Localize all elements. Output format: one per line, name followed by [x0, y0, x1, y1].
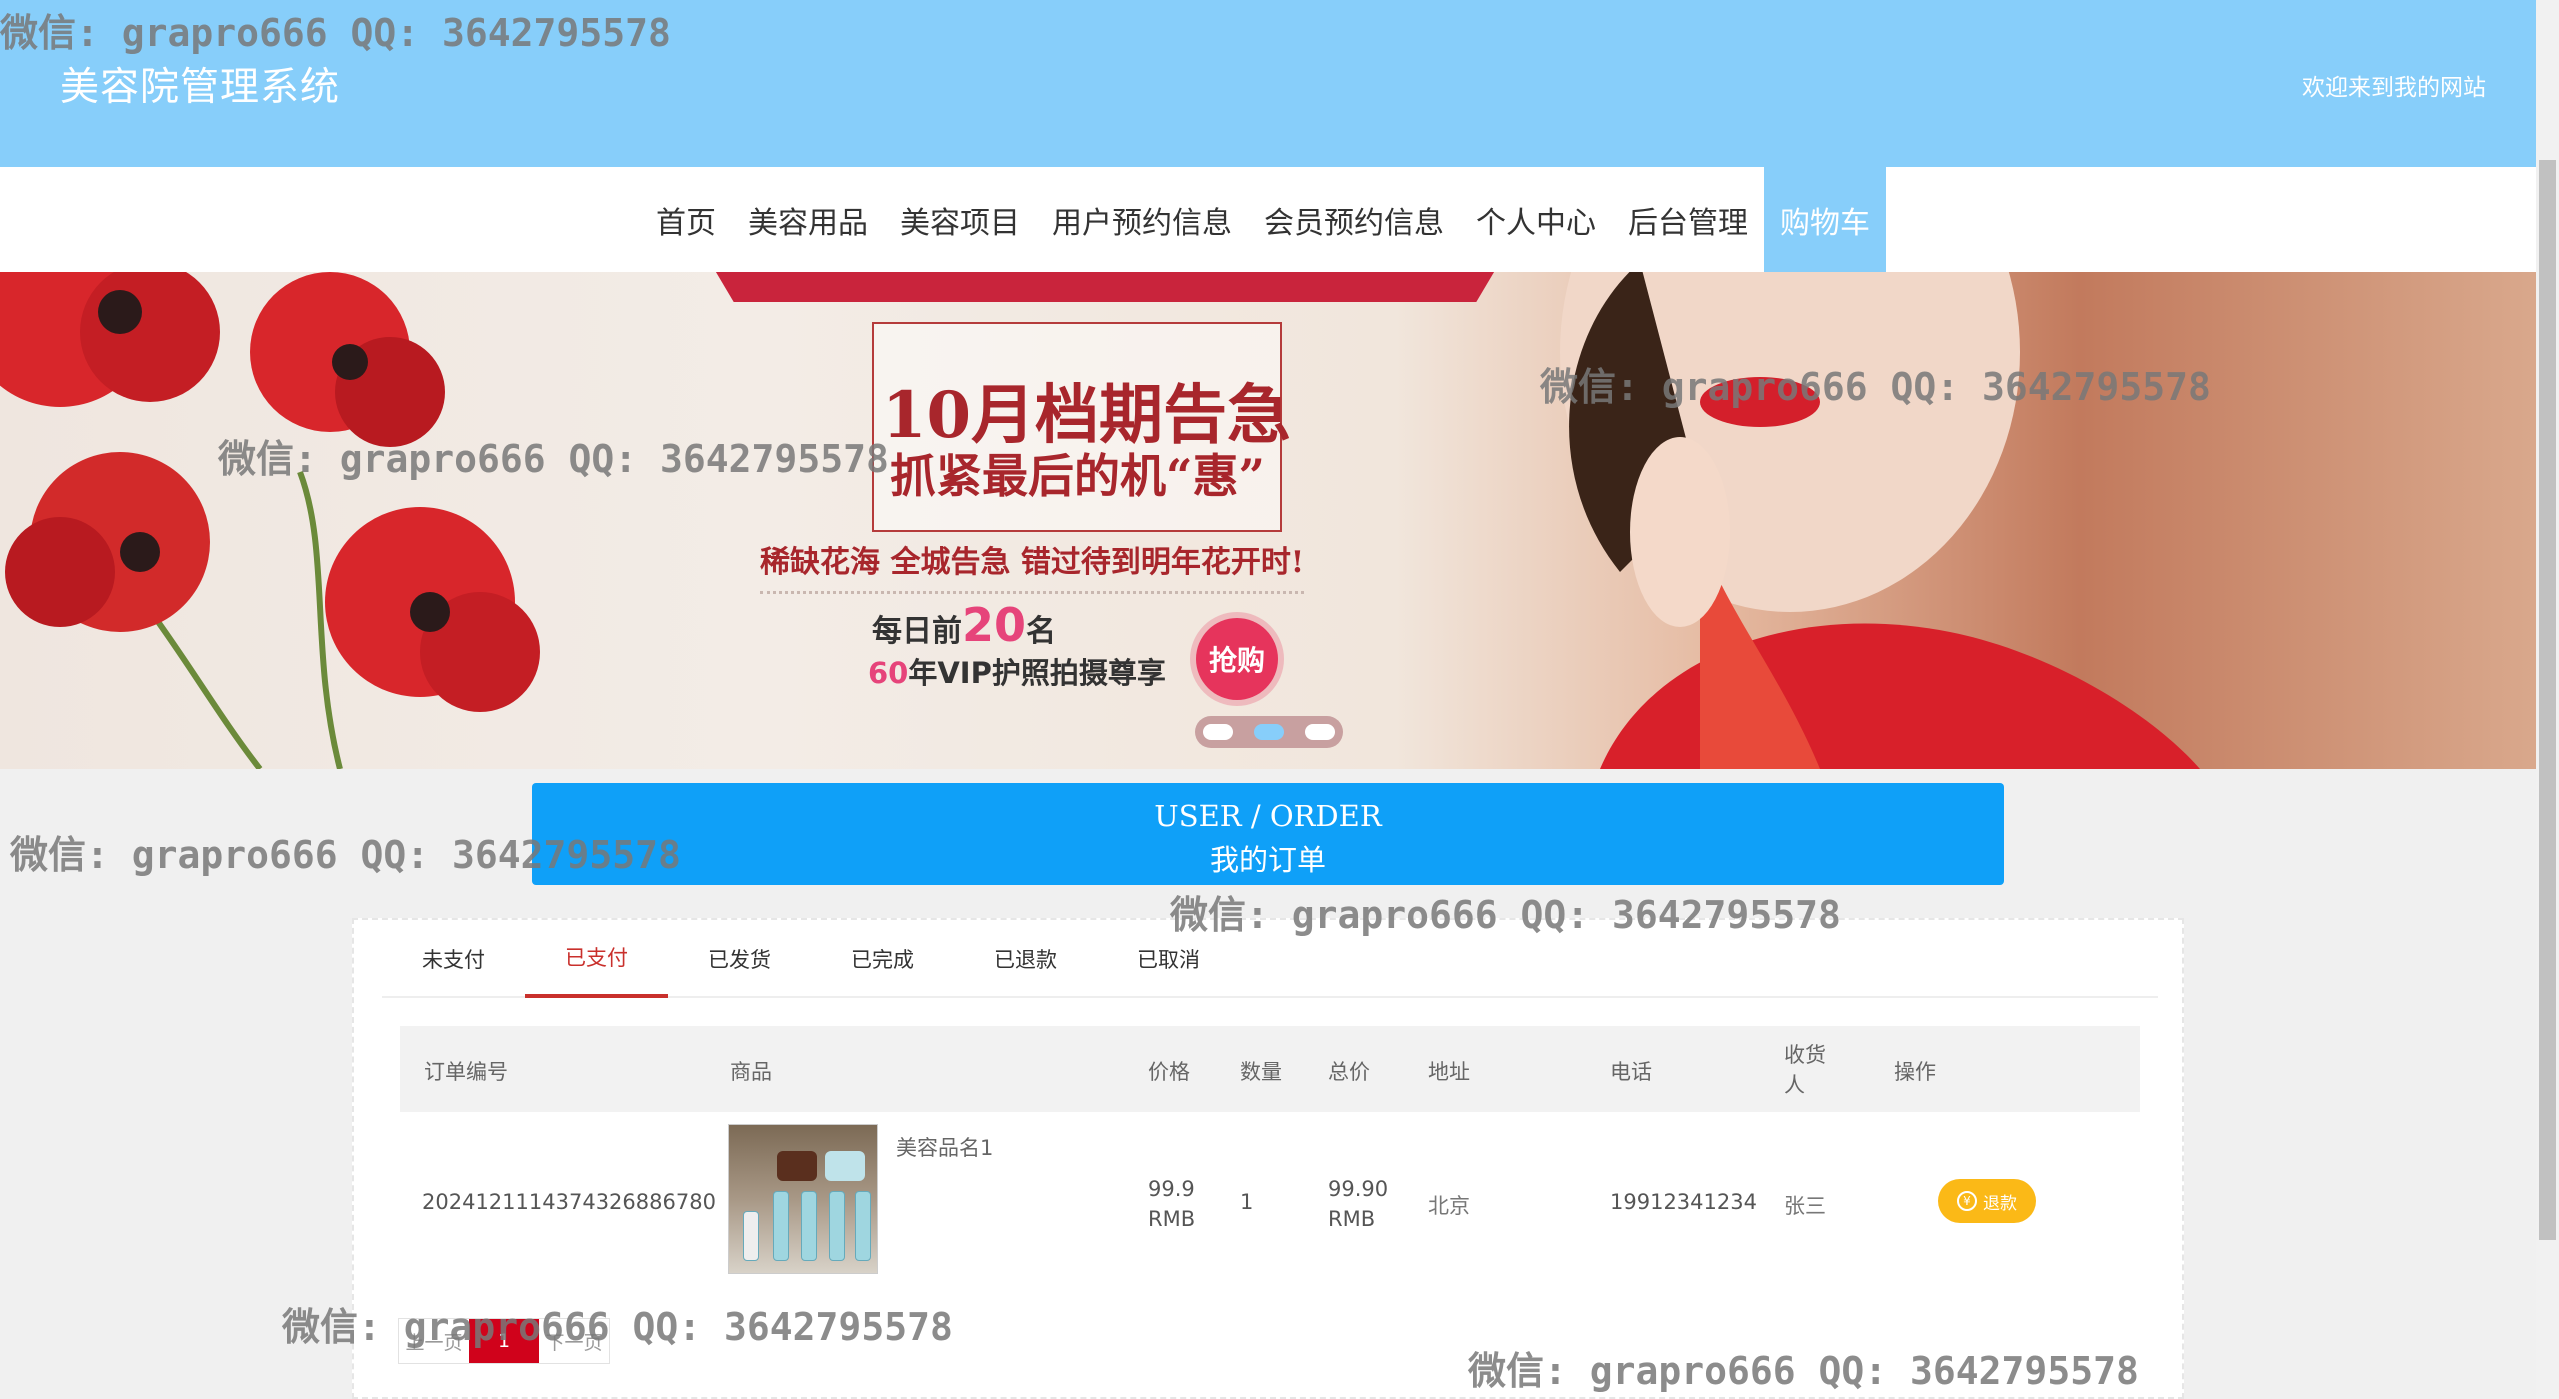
jar-shape [825, 1151, 865, 1181]
carousel-dot-active[interactable] [1254, 724, 1284, 740]
header: 美容院管理系统 欢迎来到我的网站 [0, 0, 2536, 167]
orders-panel: 未支付 已支付 已发货 已完成 已退款 已取消 订单编号 商品 价格 数量 总价… [352, 918, 2184, 1399]
nav-user-appointments[interactable]: 用户预约信息 [1036, 167, 1248, 272]
order-section-header: USER / ORDER 我的订单 [532, 783, 2004, 885]
yen-icon: ¥ [1957, 1191, 1977, 1211]
tab-paid[interactable]: 已支付 [525, 920, 668, 998]
receiver-cell: 张三 [1784, 1194, 1826, 1218]
promo-line: 稀缺花海 全城告急 错过待到明年花开时! [760, 537, 1305, 594]
tab-shipped[interactable]: 已发货 [668, 920, 811, 998]
tab-unpaid[interactable]: 未支付 [382, 920, 525, 998]
jar-shape [777, 1151, 817, 1181]
table-row: 20241211143743268867​80 美容品名1 99.9 RMB 1… [400, 1112, 2140, 1292]
poppy-flowers [0, 272, 540, 769]
carousel-dot[interactable] [1305, 724, 1335, 740]
nav-member-appointments[interactable]: 会员预约信息 [1248, 167, 1460, 272]
total-cell: 99.90 RMB [1328, 1177, 1389, 1231]
promo-daily: 每日前20名 [872, 598, 1057, 652]
bottle-shape [855, 1191, 871, 1261]
carousel-dot[interactable] [1203, 724, 1233, 740]
nav-personal-center[interactable]: 个人中心 [1460, 167, 1612, 272]
refund-label: 退款 [1983, 1193, 2017, 1214]
orders-table: 订单编号 商品 价格 数量 总价 地址 电话 收货人 操作 2024121114… [400, 1026, 2140, 1292]
refund-button[interactable]: ¥ 退款 [1938, 1179, 2036, 1223]
price-cell: 99.9 RMB [1148, 1177, 1196, 1231]
order-header-en: USER / ORDER [1154, 799, 1382, 833]
col-order-no: 订单编号 [424, 1060, 508, 1084]
page-scrollbar[interactable] [2536, 0, 2559, 1399]
bottle-shape [773, 1191, 789, 1261]
carousel-indicators [1195, 716, 1343, 748]
col-total: 总价 [1328, 1060, 1370, 1084]
phone-cell: 19912341234 [1610, 1190, 1757, 1214]
order-header-zh: 我的订单 [1209, 843, 1326, 877]
order-number: 20241211143743268867​80 [422, 1190, 716, 1214]
nav-beauty-services[interactable]: 美容项目 [884, 167, 1036, 272]
pagination: 上一页 1 下一页 [398, 1318, 610, 1364]
address-cell: 北京 [1428, 1194, 1470, 1218]
table-header: 订单编号 商品 价格 数量 总价 地址 电话 收货人 操作 [400, 1026, 2140, 1112]
tab-cancelled[interactable]: 已取消 [1097, 920, 1240, 998]
pager-next[interactable]: 下一页 [539, 1319, 609, 1363]
col-product: 商品 [730, 1060, 772, 1084]
tab-completed[interactable]: 已完成 [811, 920, 954, 998]
scrollbar-thumb[interactable] [2539, 160, 2556, 1240]
grab-button[interactable]: 抢购 [1196, 618, 1278, 700]
promo-subtitle: 抓紧最后的机“惠” [890, 449, 1265, 503]
tab-refunded[interactable]: 已退款 [954, 920, 1097, 998]
tube-shape [743, 1211, 759, 1261]
nav-home[interactable]: 首页 [640, 167, 732, 272]
nav-cart[interactable]: 购物车 [1764, 167, 1886, 272]
product-name[interactable]: 美容品名1 [896, 1132, 993, 1162]
pager-current[interactable]: 1 [469, 1319, 539, 1363]
main-nav: 首页 美容用品 美容项目 用户预约信息 会员预约信息 个人中心 后台管理 购物车 [0, 167, 2536, 272]
col-address: 地址 [1428, 1060, 1470, 1084]
col-phone: 电话 [1610, 1060, 1652, 1084]
bottle-shape [801, 1191, 817, 1261]
nav-beauty-products[interactable]: 美容用品 [732, 167, 884, 272]
promo-top-strip [710, 272, 1500, 302]
nav-admin[interactable]: 后台管理 [1612, 167, 1764, 272]
bottle-shape [829, 1191, 845, 1261]
site-title: 美容院管理系统 [60, 65, 341, 110]
col-qty: 数量 [1240, 1060, 1282, 1084]
promo-banner[interactable]: 10月档期告急 抓紧最后的机“惠” 稀缺花海 全城告急 错过待到明年花开时! 每… [0, 272, 2536, 769]
welcome-text: 欢迎来到我的网站 [2302, 75, 2486, 101]
col-action: 操作 [1894, 1060, 1936, 1084]
promo-vip: 60年VIP护照拍摄尊享 [868, 656, 1166, 690]
pager-prev[interactable]: 上一页 [399, 1319, 469, 1363]
order-status-tabs: 未支付 已支付 已发货 已完成 已退款 已取消 [382, 920, 2158, 998]
product-image[interactable] [728, 1124, 878, 1274]
model-photo [1560, 272, 2200, 769]
col-price: 价格 [1148, 1060, 1190, 1084]
col-receiver: 收货人 [1784, 1043, 1826, 1097]
qty-cell: 1 [1240, 1190, 1254, 1214]
